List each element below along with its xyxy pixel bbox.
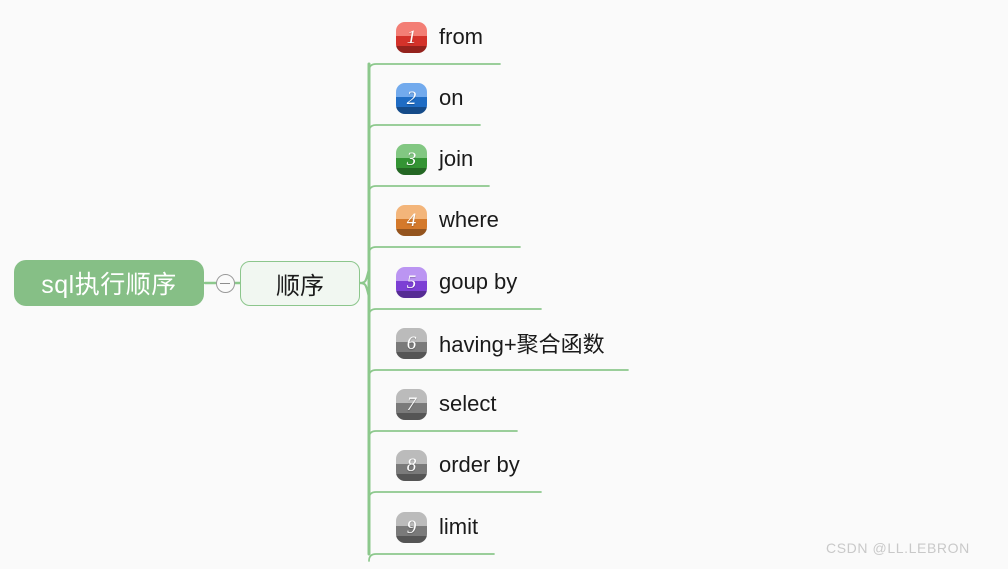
watermark: CSDN @LL.LEBRON — [826, 540, 970, 556]
leaf-underline — [368, 246, 521, 255]
badge-number: 3 — [406, 148, 417, 170]
leaf-node[interactable]: 3 join — [396, 141, 473, 177]
branch-connector-up — [358, 267, 371, 285]
leaf-underline — [368, 491, 542, 500]
badge-number: 8 — [406, 454, 417, 476]
badge-number: 1 — [406, 26, 417, 48]
order-badge-icon: 9 — [396, 511, 427, 543]
badge-number: 6 — [406, 332, 417, 354]
order-badge-icon: 1 — [396, 21, 427, 53]
leaf-node-label: on — [439, 85, 464, 110]
order-badge-icon: 8 — [396, 449, 427, 481]
root-node-label: sql执行顺序 — [41, 271, 177, 299]
collapse-toggle-icon[interactable] — [216, 274, 235, 293]
leaf-underline — [368, 430, 518, 439]
leaf-node[interactable]: 4 where — [396, 202, 499, 238]
branch-connector-down — [358, 281, 371, 299]
order-badge-icon: 5 — [396, 266, 427, 298]
badge-number: 5 — [406, 271, 417, 293]
badge-number: 2 — [406, 87, 417, 109]
leaf-node-label: having+聚合函数 — [439, 332, 605, 357]
leaf-node-label: where — [439, 207, 499, 232]
order-badge-icon: 6 — [396, 327, 427, 359]
branch-node-label: 顺序 — [276, 273, 324, 300]
badge-number: 4 — [406, 209, 417, 231]
branch-node-order[interactable]: 顺序 — [240, 261, 360, 306]
leaf-node[interactable]: 2 on — [396, 80, 463, 116]
leaf-node-label: join — [439, 146, 474, 171]
leaf-node[interactable]: 7 select — [396, 386, 496, 422]
order-badge-icon: 2 — [396, 82, 427, 114]
leaf-node[interactable]: 5 goup by — [396, 264, 517, 300]
minus-icon — [220, 282, 230, 285]
leaf-node[interactable]: 8 order by — [396, 447, 520, 483]
leaf-node-label: goup by — [439, 269, 518, 294]
leaf-node[interactable]: 9 limit — [396, 509, 478, 545]
order-badge-icon: 7 — [396, 388, 427, 420]
order-badge-icon: 3 — [396, 143, 427, 175]
leaf-underline — [368, 308, 542, 317]
root-node[interactable]: sql执行顺序 — [14, 260, 204, 306]
leaf-node-label: from — [439, 24, 483, 49]
leaf-underline — [368, 63, 501, 72]
order-badge-icon: 4 — [396, 204, 427, 236]
leaf-node-label: select — [439, 391, 497, 416]
badge-number: 9 — [406, 516, 417, 538]
leaf-underline — [368, 369, 629, 378]
leaf-underline — [368, 553, 495, 562]
leaf-underline — [368, 185, 490, 194]
leaf-node[interactable]: 6 having+聚合函数 — [396, 325, 605, 361]
leaf-node[interactable]: 1 from — [396, 19, 483, 55]
leaf-node-label: order by — [439, 452, 520, 477]
mindmap-canvas: sql执行顺序 顺序 1 from 2 on 3 join 4 where 5 goup by 6 h… — [0, 0, 1008, 569]
badge-number: 7 — [406, 393, 417, 415]
leaf-node-label: limit — [439, 514, 479, 539]
leaf-underline — [368, 124, 481, 133]
